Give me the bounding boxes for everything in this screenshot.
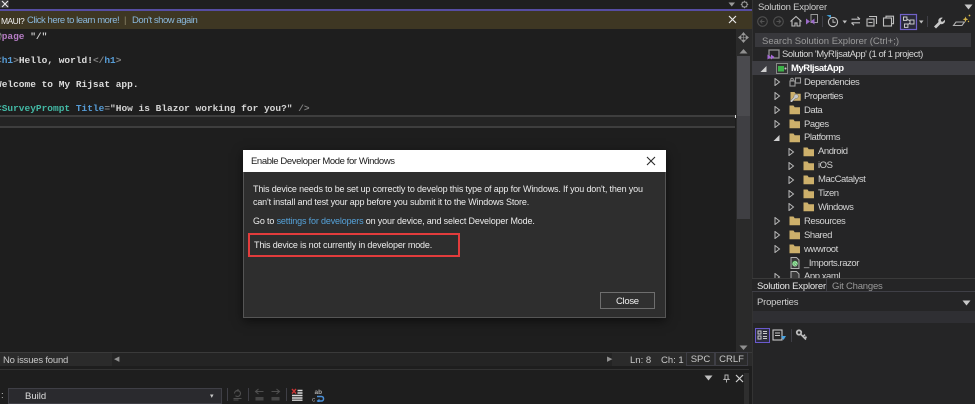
svg-text:c: c: [312, 397, 316, 403]
svg-text:ab: ab: [315, 389, 323, 396]
svg-text:@: @: [792, 262, 798, 268]
